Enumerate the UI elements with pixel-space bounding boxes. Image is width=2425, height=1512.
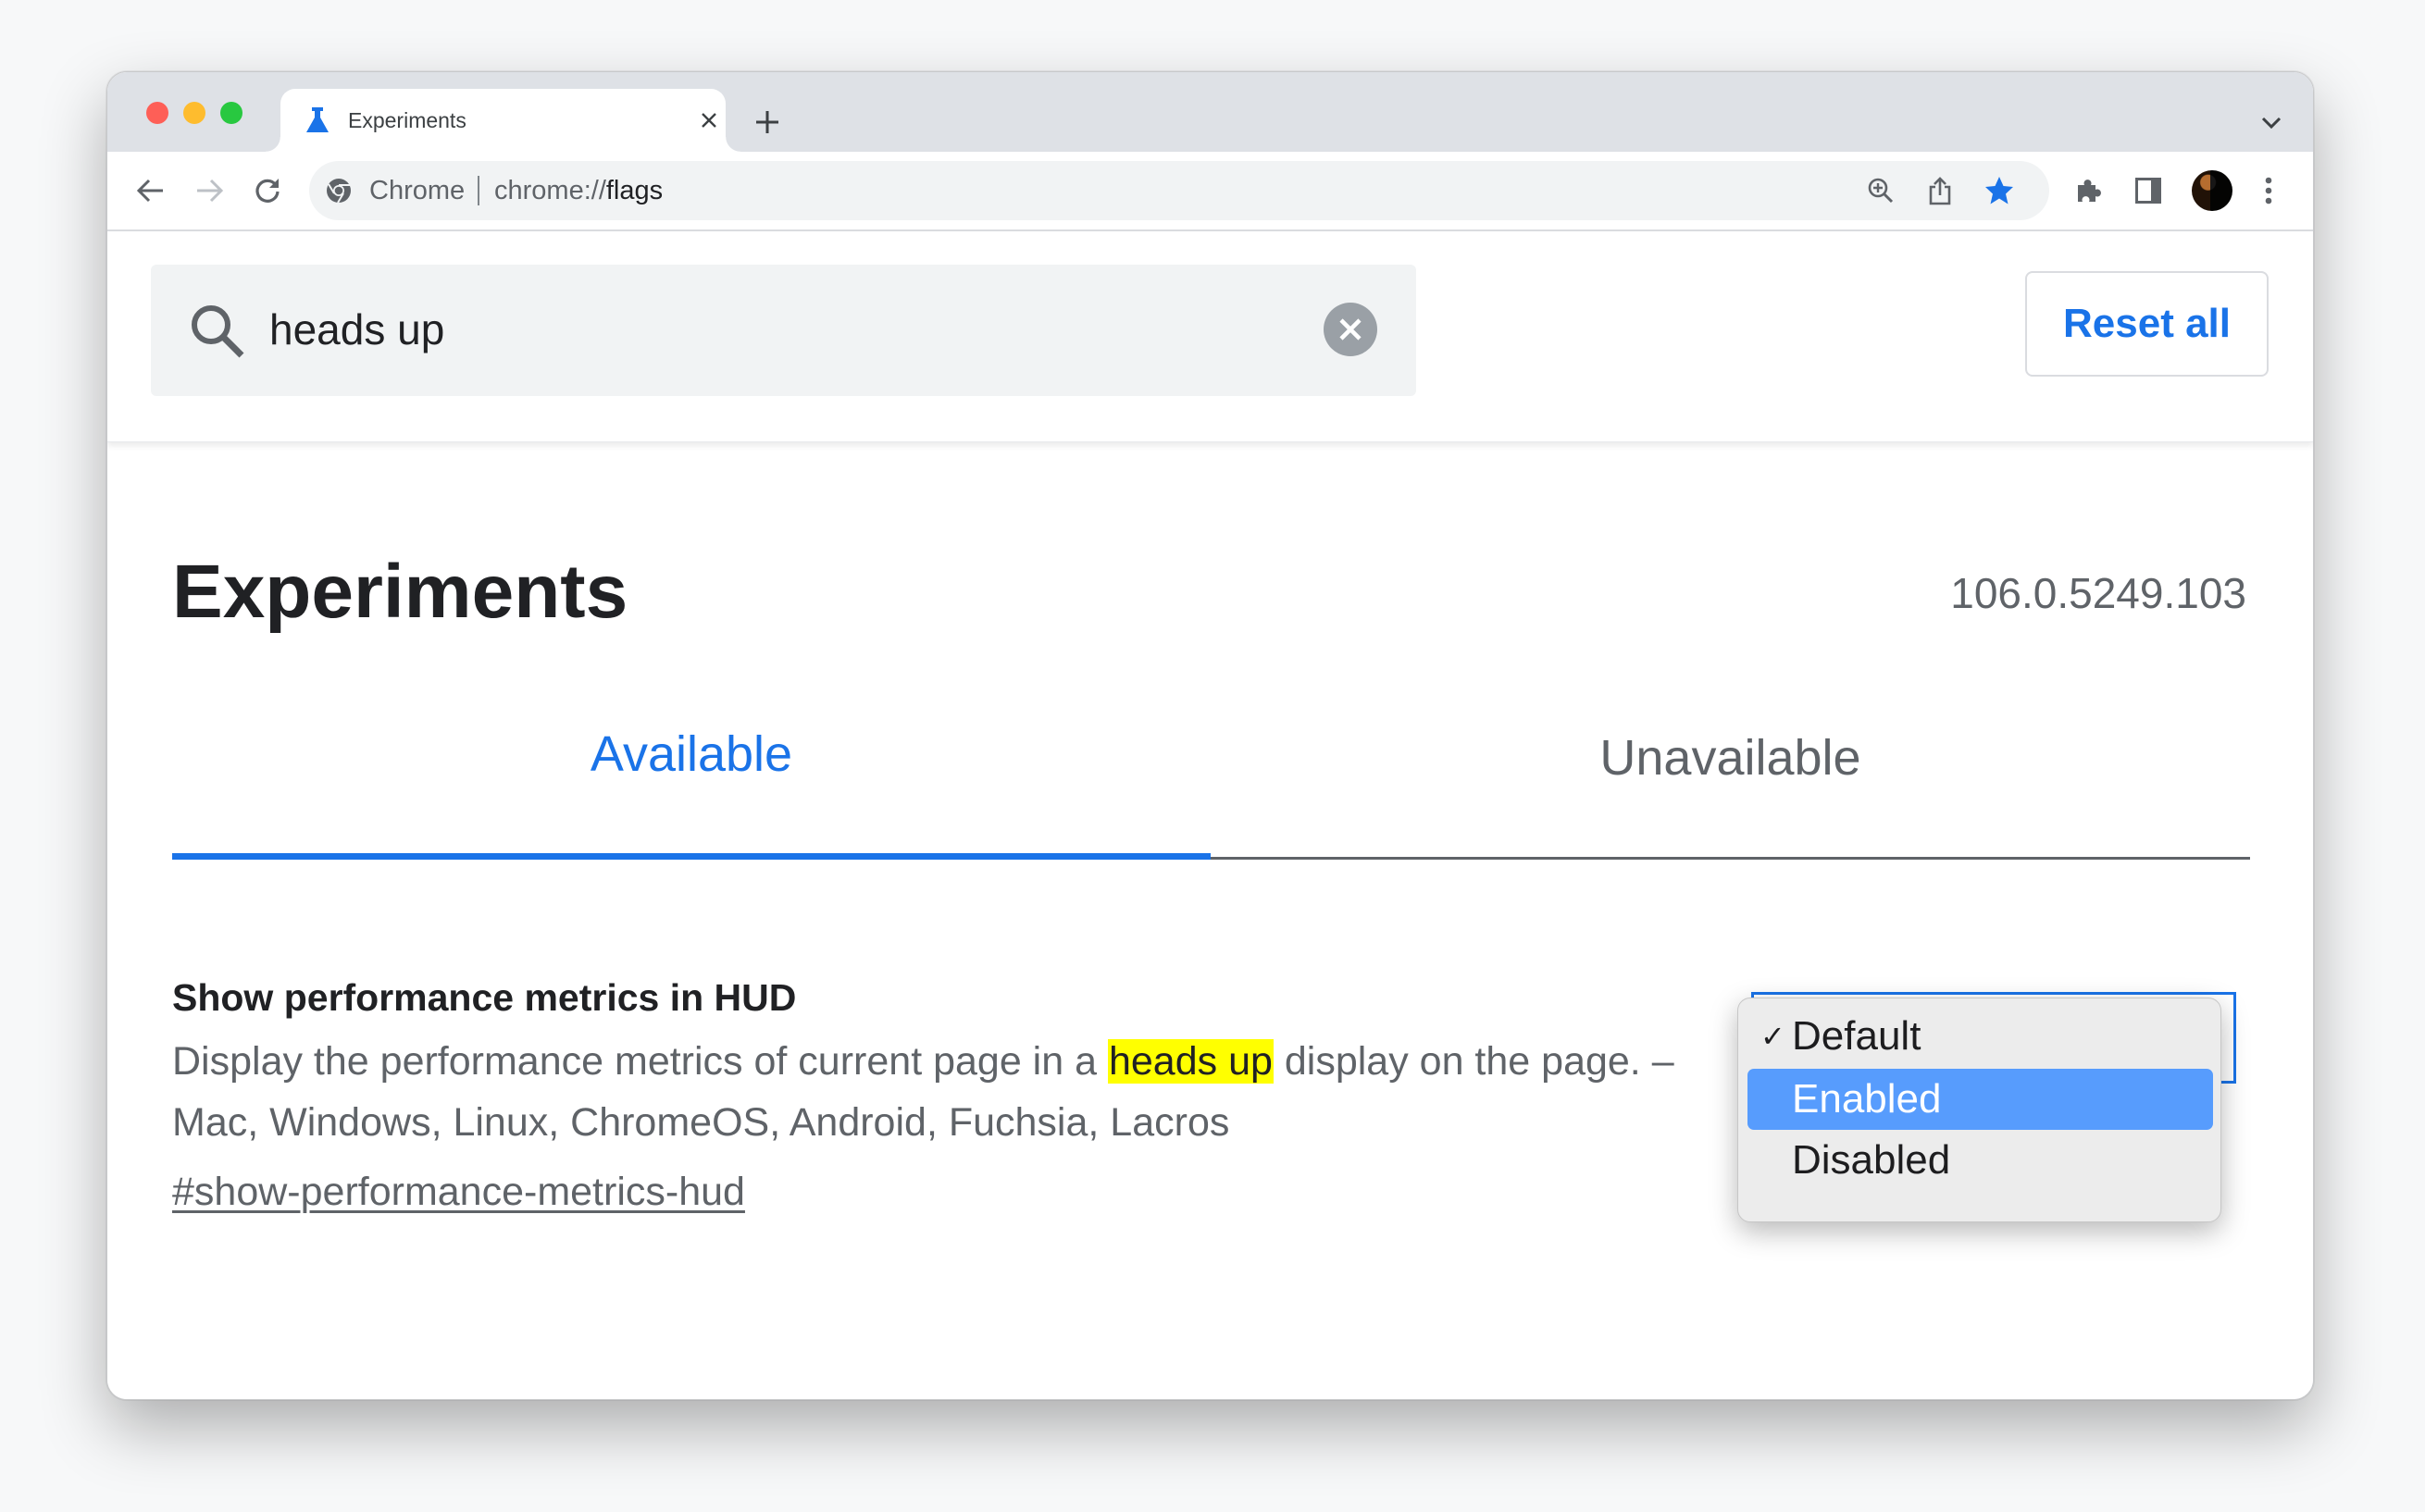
search-match-highlight: heads up — [1107, 1039, 1274, 1084]
flags-content: Experiments 106.0.5249.103 Available Una… — [107, 442, 2313, 1399]
option-disabled[interactable]: Disabled — [1747, 1130, 2213, 1191]
share-button[interactable] — [1923, 174, 1957, 207]
arrow-left-icon — [137, 179, 163, 203]
flask-icon — [305, 107, 330, 133]
flag-permalink[interactable]: #show-performance-metrics-hud — [172, 1164, 745, 1220]
option-default[interactable]: ✓ Default — [1747, 1006, 2213, 1067]
option-label: Enabled — [1792, 1076, 1942, 1122]
tab-title: Experiments — [348, 108, 466, 132]
tab-experiments[interactable]: Experiments — [266, 89, 740, 152]
close-tab-button[interactable] — [693, 105, 725, 136]
bookmark-star-icon — [1985, 177, 2013, 204]
description-text: Display the performance metrics of curre… — [172, 1039, 1108, 1084]
search-icon — [188, 302, 247, 361]
search-box — [151, 265, 1416, 396]
url-text[interactable]: chrome://flags — [494, 174, 663, 207]
bookmark-button[interactable] — [1983, 174, 2016, 207]
url-scheme: chrome:// — [494, 176, 606, 205]
flag-tabs: Available Unavailable — [172, 720, 2250, 788]
minimize-window-button[interactable] — [183, 102, 205, 124]
tab-unavailable[interactable]: Unavailable — [1211, 724, 2250, 792]
site-chip[interactable]: Chrome — [369, 174, 465, 207]
kebab-menu-icon — [2265, 177, 2272, 204]
select-dropdown-menu: ✓ Default Enabled Disabled — [1737, 998, 2221, 1222]
option-label: Disabled — [1792, 1137, 1951, 1183]
arrow-right-icon — [197, 179, 223, 203]
zoom-button[interactable] — [1864, 174, 1897, 207]
checkmark-icon: ✓ — [1760, 1020, 1785, 1053]
profile-avatar[interactable] — [2192, 170, 2232, 211]
active-tab-indicator — [172, 853, 1211, 860]
side-panel-icon — [2135, 178, 2161, 204]
puzzle-icon — [2078, 180, 2101, 202]
extensions-button[interactable] — [2071, 172, 2108, 209]
chrome-menu-button[interactable] — [2250, 172, 2287, 209]
back-button[interactable] — [132, 172, 169, 209]
tab-search-button[interactable] — [2256, 107, 2287, 139]
forward-button[interactable] — [191, 172, 228, 209]
side-panel-button[interactable] — [2130, 172, 2167, 209]
toolbar: Chrome chrome://flags — [107, 152, 2313, 231]
close-window-button[interactable] — [146, 102, 168, 124]
plus-icon — [756, 111, 778, 133]
reset-all-button[interactable]: Reset all — [2025, 271, 2269, 377]
flag-description: Display the performance metrics of curre… — [172, 1031, 1746, 1153]
reload-button[interactable] — [249, 172, 286, 209]
chrome-logo-icon — [326, 178, 352, 204]
close-icon — [1339, 318, 1362, 341]
chevron-down-icon — [2261, 117, 2282, 130]
browser-window: Experiments Chrome chrome://flags heads … — [106, 71, 2314, 1400]
zoom-icon — [1868, 178, 1894, 204]
clear-search-button[interactable] — [1324, 303, 1377, 356]
close-icon — [702, 113, 716, 128]
option-enabled[interactable]: Enabled — [1747, 1069, 2213, 1130]
share-icon — [1929, 177, 1951, 205]
version-number: 106.0.5249.103 — [1950, 569, 2246, 617]
flags-header: Reset all — [107, 231, 2313, 442]
url-host: flags — [605, 176, 664, 205]
search-input[interactable] — [269, 296, 1287, 363]
tab-strip: Experiments — [107, 72, 2313, 152]
tab-available[interactable]: Available — [172, 720, 1211, 788]
reload-icon — [255, 179, 280, 203]
page-title: Experiments — [172, 550, 628, 634]
omnibox-divider — [478, 176, 479, 205]
new-tab-button[interactable] — [749, 104, 786, 141]
zoom-window-button[interactable] — [220, 102, 242, 124]
flag-name: Show performance metrics in HUD — [172, 976, 797, 1019]
address-bar[interactable]: Chrome chrome://flags — [309, 161, 2049, 220]
option-label: Default — [1792, 1013, 1921, 1059]
